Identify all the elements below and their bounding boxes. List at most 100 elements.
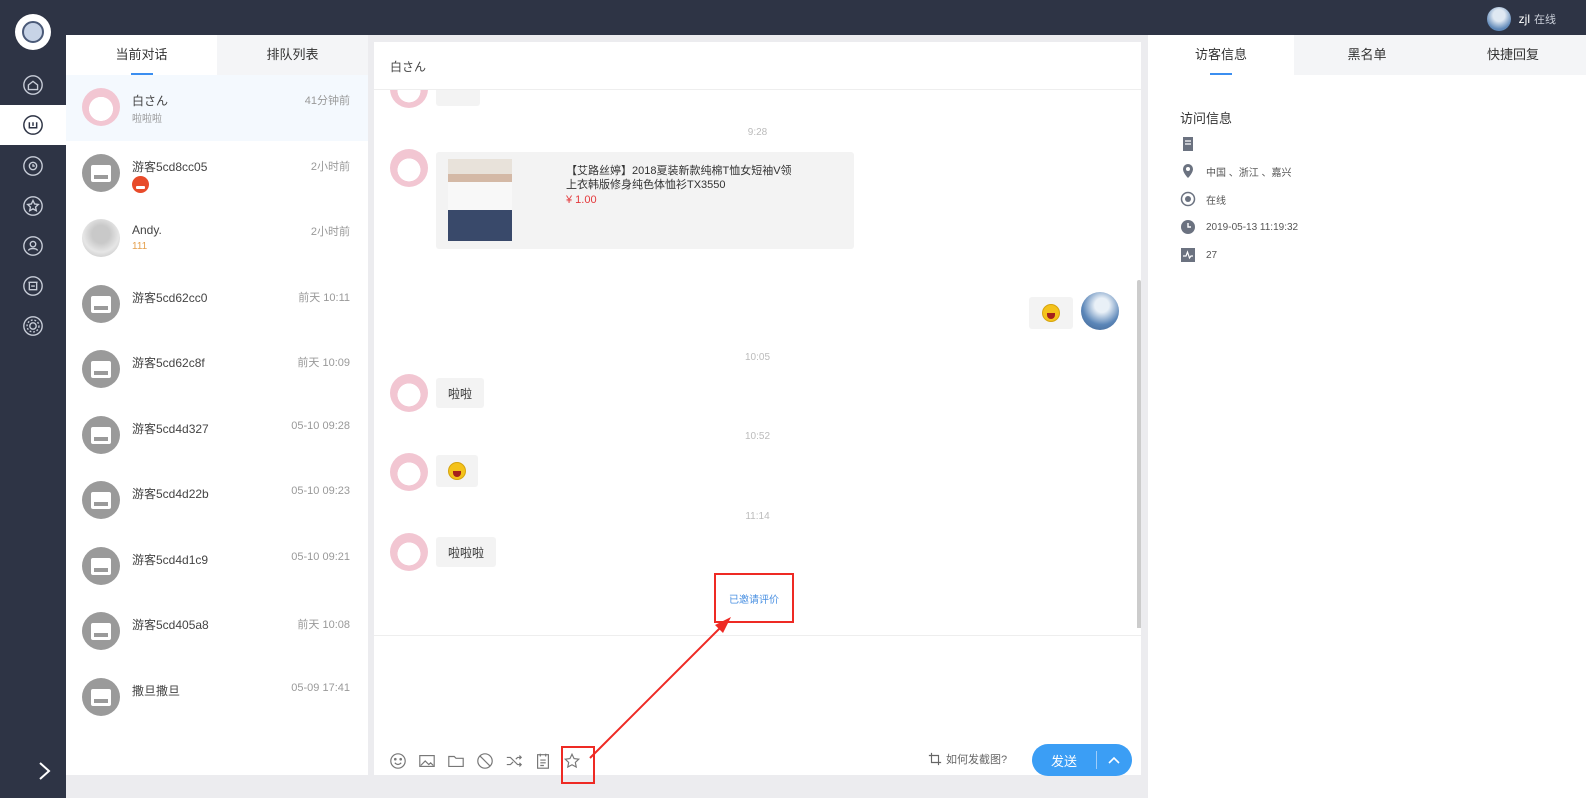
history-icon (23, 156, 43, 176)
laugh-emoji-icon (1042, 304, 1060, 322)
laugh-emoji-icon (448, 462, 466, 480)
sidebar-item-settings[interactable] (0, 306, 66, 346)
smile-icon (390, 753, 406, 769)
info-row-location: 中国 、浙江 、嘉兴 (1180, 163, 1292, 179)
sidebar-item-favorites[interactable] (0, 186, 66, 226)
tab-queue[interactable]: 排队列表 (217, 35, 368, 75)
message-timestamp: 10:05 (744, 352, 771, 363)
message-composer[interactable]: 如何发截图? 发送 (374, 635, 1141, 784)
message-list[interactable]: 9:28 【艾路丝婷】2018夏装新款纯棉T恤女短袖V领上衣韩版修身纯色体恤衫T… (374, 90, 1141, 628)
message-bubble (436, 90, 480, 106)
chat-title: 白さん (390, 60, 427, 74)
visitor-avatar (82, 284, 120, 323)
conversation-panel: 当前对话 排队列表 白さん 41分钟前 啦啦啦 游客5cd8cc05 2小时前 Andy.… (66, 35, 368, 775)
visitor-avatar (82, 350, 120, 388)
location-icon (1183, 164, 1193, 178)
message-bubble (1029, 297, 1073, 329)
conversation-item[interactable]: 游客5cd62cc0 前天 10:11 (66, 272, 368, 338)
document-icon (1183, 137, 1193, 151)
send-label: 发送 (1050, 753, 1077, 769)
visitor-avatar (82, 612, 120, 650)
visitor-avatar (82, 88, 120, 126)
activity-icon (1181, 248, 1195, 262)
visitor-avatar (390, 149, 428, 187)
conversation-item[interactable]: 游客5cd62c8f 前天 10:09 (66, 337, 368, 403)
conversation-item[interactable]: 游客5cd4d22b 05-10 09:23 (66, 468, 368, 534)
conversation-name: 白さん (132, 94, 169, 108)
block-icon (477, 753, 493, 769)
note-button[interactable] (533, 751, 553, 771)
sidebar-item-home[interactable] (0, 65, 66, 105)
agent-avatar (1081, 292, 1119, 330)
conversation-time: 05-09 17:41 (291, 681, 350, 694)
expand-sidebar-button[interactable] (34, 760, 54, 782)
info-visits-text: 27 (1206, 249, 1218, 261)
visitor-avatar (82, 219, 120, 257)
conversation-time: 前天 10:11 (298, 291, 350, 304)
conversation-list: 白さん 41分钟前 啦啦啦 游客5cd8cc05 2小时前 Andy. 2小时前 111 游客5… (66, 75, 368, 730)
conversation-name: 游客5cd62cc0 (132, 290, 208, 305)
note-icon (537, 753, 549, 769)
block-button[interactable] (475, 751, 495, 771)
conversation-time: 前天 10:08 (297, 619, 350, 631)
conversation-time: 05-10 09:21 (291, 550, 350, 563)
conversation-name: Andy. (132, 223, 162, 237)
app-logo (15, 14, 51, 50)
send-options-button[interactable] (1097, 753, 1131, 767)
conversation-name: 游客5cd4d22b (132, 487, 209, 501)
conversation-item[interactable]: 游客5cd4d327 05-10 09:28 (66, 403, 368, 469)
conversation-item[interactable]: 游客5cd4d1c9 05-10 09:21 (66, 534, 368, 600)
conversation-preview: 啦啦啦 (132, 114, 162, 125)
screenshot-help-link[interactable]: 如何发截图? (928, 751, 1007, 767)
conversation-item[interactable]: 白さん 41分钟前啦啦啦 (66, 75, 368, 141)
tab-quick-reply[interactable]: 快捷回复 (1440, 35, 1586, 75)
composer-toolbar (388, 751, 582, 771)
visitor-avatar (82, 153, 120, 192)
conversation-item[interactable]: Andy. 2小时前 111 (66, 206, 368, 272)
sidebar (0, 0, 66, 798)
clock-icon (1181, 220, 1195, 234)
conversation-item[interactable]: 游客5cd405a8 前天 10:08 (66, 599, 368, 665)
current-user[interactable]: zjl 在线 (1486, 7, 1556, 31)
conversation-name: 撒旦撒旦 (132, 683, 181, 698)
user-avatar[interactable] (1486, 7, 1511, 31)
star-icon (23, 196, 43, 216)
message-timestamp: 11:14 (745, 511, 770, 522)
product-card[interactable]: 【艾路丝婷】2018夏装新款纯棉T恤女短袖V领上衣韩版修身纯色体恤衫TX3550… (436, 152, 854, 249)
conversation-item[interactable]: 撒旦撒旦 05-09 17:41 (66, 665, 368, 731)
message-bubble (436, 455, 478, 487)
chevron-right-icon (39, 762, 51, 780)
transfer-icon (506, 755, 523, 767)
top-bar: zjl 在线 (0, 0, 1586, 35)
info-section-title: 访问信息 (1180, 111, 1233, 126)
transfer-button[interactable] (504, 751, 524, 771)
info-row-status: 在线 (1180, 191, 1226, 207)
tab-current-chats[interactable]: 当前对话 (66, 35, 217, 75)
info-time-text: 2019-05-13 11:19:32 (1206, 221, 1299, 233)
sidebar-item-history[interactable] (0, 146, 66, 186)
sidebar-item-store[interactable] (0, 266, 66, 306)
conversation-time: 前天 10:09 (297, 357, 350, 369)
message-timestamp: 9:28 (747, 127, 768, 138)
file-button[interactable] (446, 751, 466, 771)
product-price: ¥ 1.00 (566, 194, 597, 206)
crop-icon (928, 752, 942, 766)
visitor-avatar (390, 374, 428, 412)
sidebar-item-chat[interactable] (0, 105, 66, 145)
image-button[interactable] (417, 751, 437, 771)
conversation-item[interactable]: 游客5cd8cc05 2小时前 (66, 141, 368, 207)
tab-visitor-info[interactable]: 访客信息 (1148, 35, 1294, 75)
chat-panel: 白さん 9:28 【艾路丝婷】2018夏装新款纯棉T恤女短袖V领上衣韩版修身纯色… (374, 42, 1141, 784)
user-name: zjl (1518, 12, 1530, 26)
conversation-time: 05-10 09:28 (291, 419, 350, 432)
emoji-button[interactable] (388, 751, 408, 771)
info-location-text: 中国 、浙江 、嘉兴 (1206, 167, 1292, 179)
message-scrollbar[interactable] (1137, 280, 1141, 628)
tab-blacklist[interactable]: 黑名单 (1294, 35, 1440, 75)
conversation-tabs: 当前对话 排队列表 (66, 35, 368, 75)
message-bubble: 啦啦啦 (436, 537, 497, 567)
send-button[interactable]: 发送 (1032, 744, 1132, 776)
conversation-time: 41分钟前 (304, 95, 350, 107)
info-status-text: 在线 (1206, 195, 1226, 207)
sidebar-item-users[interactable] (0, 226, 66, 266)
